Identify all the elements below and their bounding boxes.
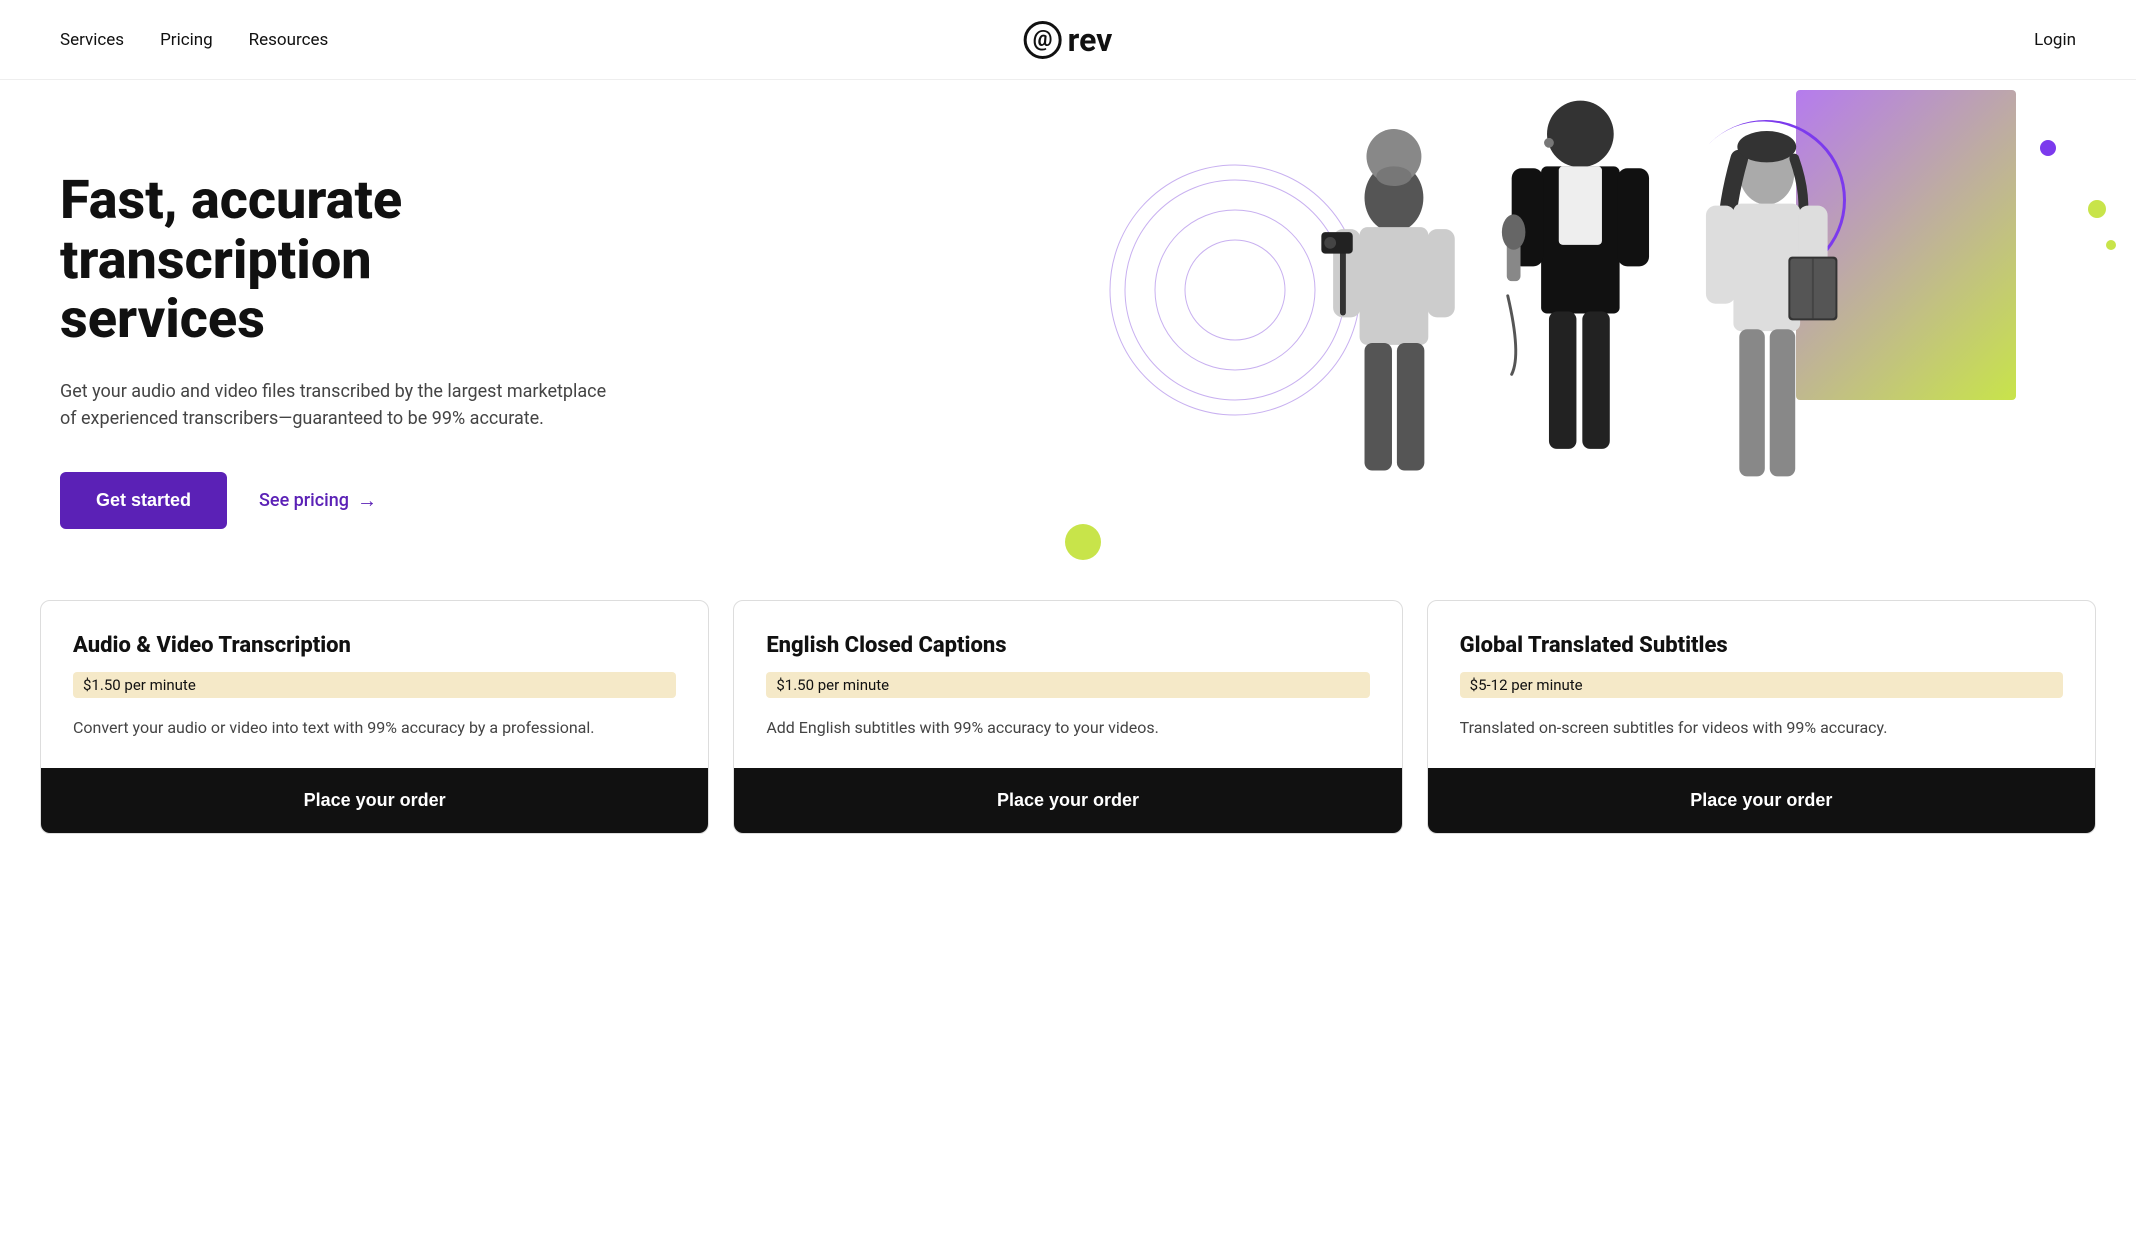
- hero-actions: Get started See pricing →: [60, 472, 680, 529]
- decorative-circle-green-small: [2088, 200, 2106, 218]
- arrow-icon: →: [357, 488, 377, 513]
- pricing-cards-section: Audio & Video Transcription $1.50 per mi…: [0, 600, 2136, 874]
- people-illustration: [1025, 80, 2136, 600]
- logo[interactable]: @ rev: [1024, 21, 1113, 59]
- logo-at-icon: @: [1024, 21, 1062, 59]
- nav-left: Services Pricing Resources: [60, 30, 328, 50]
- card-3-price: $5-12 per minute: [1460, 672, 2063, 698]
- card-subtitles: Global Translated Subtitles $5-12 per mi…: [1427, 600, 2096, 834]
- card-3-description: Translated on-screen subtitles for video…: [1460, 716, 2063, 740]
- mic-cord: [1508, 296, 1516, 374]
- card-2-description: Add English subtitles with 99% accuracy …: [766, 716, 1369, 740]
- nav-resources[interactable]: Resources: [249, 30, 329, 50]
- hero-section: Fast, accurate transcription services Ge…: [0, 80, 2136, 600]
- card-3-title: Global Translated Subtitles: [1460, 633, 2063, 658]
- nav-pricing[interactable]: Pricing: [160, 30, 213, 50]
- card-1-title: Audio & Video Transcription: [73, 633, 676, 658]
- logo-brand: rev: [1068, 21, 1113, 59]
- card-1-price: $1.50 per minute: [73, 672, 676, 698]
- decorative-circle-green-xs: [2106, 240, 2116, 250]
- nav-services[interactable]: Services: [60, 30, 124, 50]
- person-2: [1502, 101, 1649, 449]
- site-header: Services Pricing Resources @ rev Login: [0, 0, 2136, 80]
- person-3: [1706, 131, 1837, 476]
- hero-heading: Fast, accurate transcription services: [60, 171, 680, 349]
- hero-text: Fast, accurate transcription services Ge…: [60, 171, 680, 528]
- decorative-circle-purple: [2040, 140, 2056, 156]
- card-1-order-button[interactable]: Place your order: [41, 768, 708, 833]
- card-3-order-button[interactable]: Place your order: [1428, 768, 2095, 833]
- nav-login[interactable]: Login: [2034, 30, 2076, 50]
- card-transcription: Audio & Video Transcription $1.50 per mi…: [40, 600, 709, 834]
- hero-description: Get your audio and video files transcrib…: [60, 378, 620, 432]
- card-1-description: Convert your audio or video into text wi…: [73, 716, 676, 740]
- card-2-price: $1.50 per minute: [766, 672, 1369, 698]
- card-2-title: English Closed Captions: [766, 633, 1369, 658]
- see-pricing-link[interactable]: See pricing →: [259, 488, 377, 513]
- card-2-order-button[interactable]: Place your order: [734, 768, 1401, 833]
- card-captions: English Closed Captions $1.50 per minute…: [733, 600, 1402, 834]
- nav-right: Login: [2034, 30, 2076, 50]
- person-1: [1322, 129, 1455, 470]
- hero-image-area: [1025, 80, 2136, 600]
- get-started-button[interactable]: Get started: [60, 472, 227, 529]
